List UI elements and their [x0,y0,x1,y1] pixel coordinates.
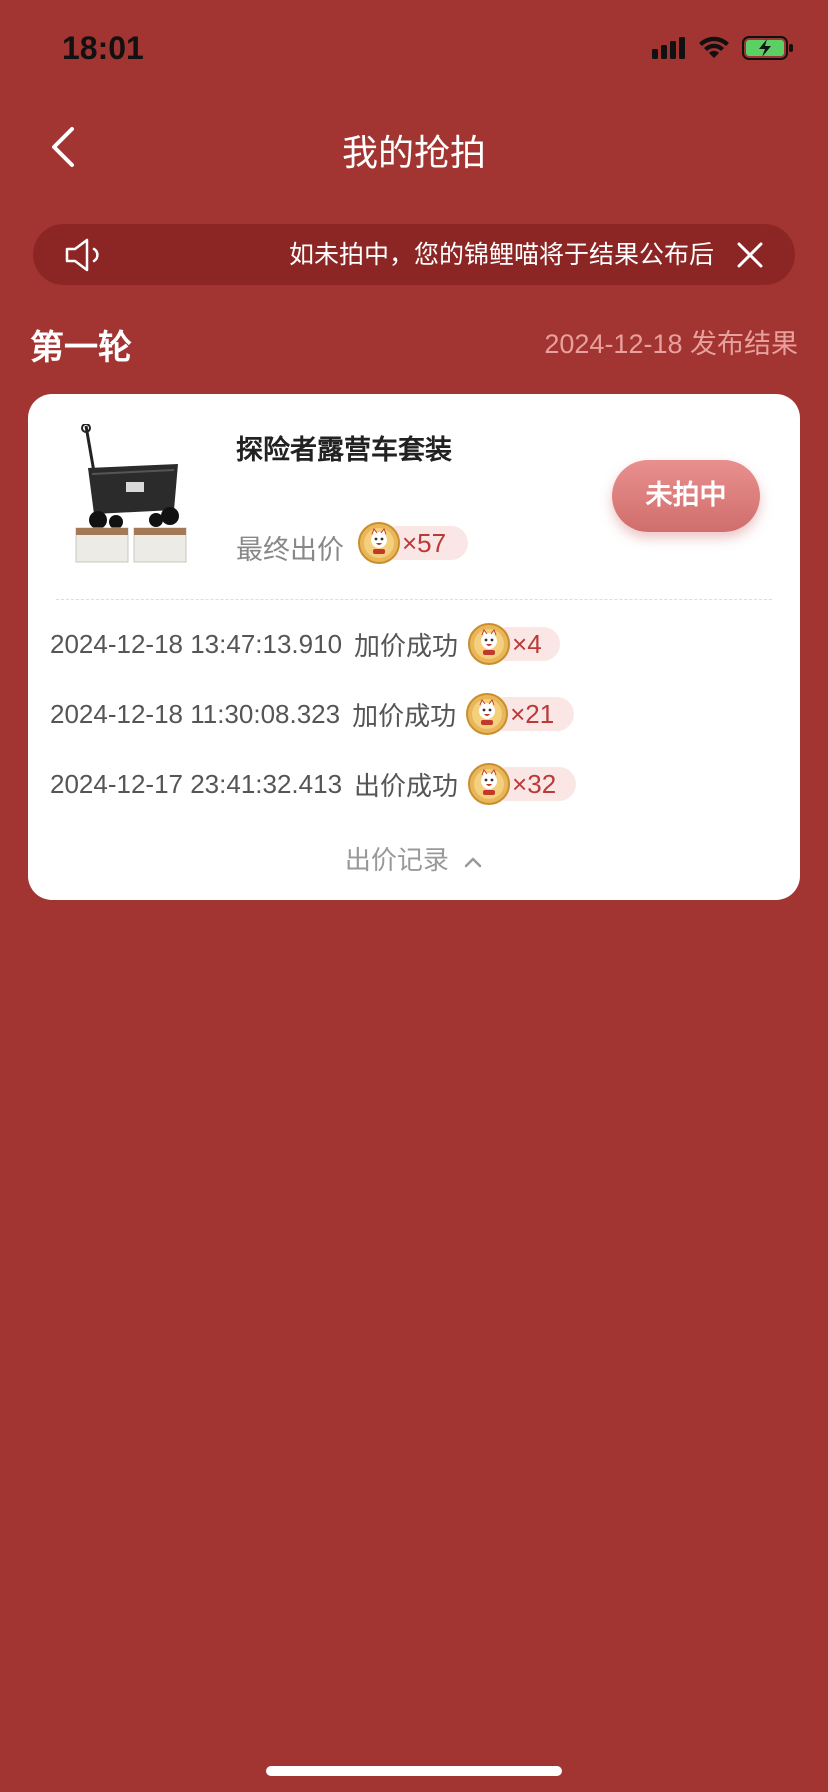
lucky-cat-coin-icon [466,693,509,735]
final-bid-qty: ×57 [402,528,447,558]
bid-record-qty: ×4 [512,629,542,659]
product-image[interactable] [68,424,198,564]
round-title: 第一轮 [30,328,132,368]
product-name[interactable]: 探险者露营车套装 [236,428,452,467]
bid-record-action: 出价成功 [354,771,459,802]
bid-record-amount: ×21 [466,693,576,735]
close-icon [737,242,763,268]
speaker-icon [65,238,99,272]
final-bid-amount: ×57 [358,522,468,564]
bid-record-amount: ×32 [468,763,578,805]
round-publish-date: 2024-12-18 发布结果 [544,329,798,359]
page-title: 我的抢拍 [341,133,486,174]
battery-charging-icon [742,36,793,60]
bid-record-amount: ×4 [468,623,562,665]
bid-record-time: 2024-12-18 13:47:13.910 [50,628,343,659]
nav-bar: 我的抢拍 [0,100,828,194]
bid-records-toggle-label: 出价记录 [344,846,449,876]
status-icons [652,36,794,60]
bid-record-qty: ×32 [512,769,557,799]
status-time: 18:01 [62,30,144,66]
bid-record-time: 2024-12-17 23:41:32.413 [50,768,343,799]
bid-record-action: 加价成功 [354,631,459,662]
chevron-up-icon [464,857,482,867]
home-indicator[interactable] [266,1766,562,1776]
notice-bar: 如未拍中，您的锦鲤喵将于结果公布后 [33,224,795,285]
final-bid-label: 最终出价 [236,535,344,566]
auction-card: 探险者露营车套装 最终出价 ×57 未拍中 2024-12-18 13:47:1… [28,394,800,900]
notice-close-button[interactable] [733,238,767,272]
wifi-icon [699,36,729,58]
notice-text: 如未拍中，您的锦鲤喵将于结果公布后 [289,240,715,269]
bid-record-action: 加价成功 [352,701,457,732]
divider [56,599,772,600]
bid-record-qty: ×21 [510,699,555,729]
lucky-cat-coin-icon [468,623,511,665]
bid-record: 2024-12-18 13:47:13.910 加价成功 ×4 [50,622,562,666]
bid-record: 2024-12-18 11:30:08.323 加价成功 ×21 [50,692,576,736]
lucky-cat-coin-icon [468,763,511,805]
cellular-signal-icon [652,37,685,59]
status-bar: 18:01 [0,0,828,100]
lucky-cat-coin-icon [358,522,400,564]
bid-record-time: 2024-12-18 11:30:08.323 [50,698,341,729]
bid-record: 2024-12-17 23:41:32.413 出价成功 ×32 [50,762,578,806]
auction-status-button[interactable]: 未拍中 [612,460,760,532]
bid-records-toggle[interactable]: 出价记录 [28,840,800,877]
